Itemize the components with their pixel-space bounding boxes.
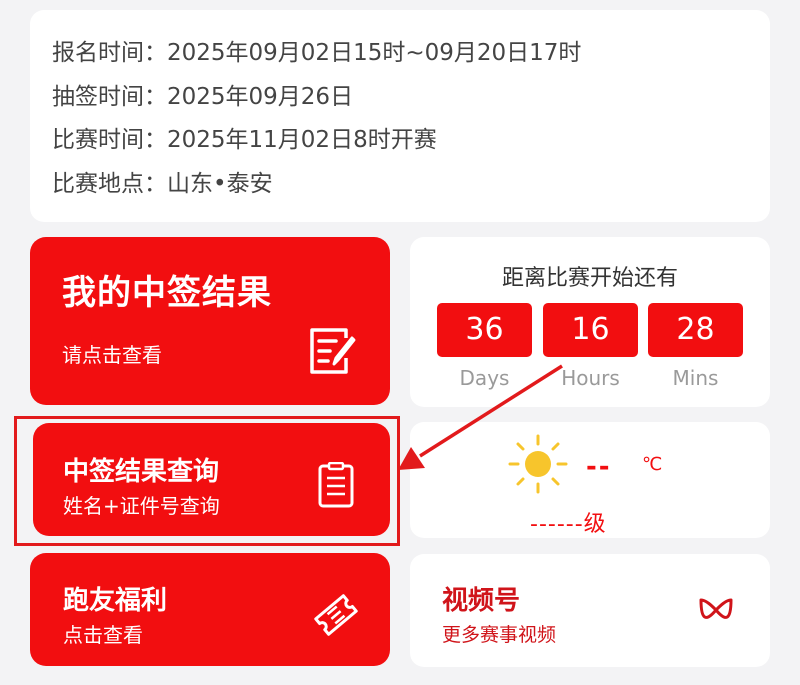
event-info-card: 报名时间：2025年09月02日15时~09月20日17时 抽签时间：2025年… (30, 10, 770, 222)
countdown-card: 距离比赛开始还有 36 16 28 Days Hours Mins (410, 237, 770, 407)
info-value: 2025年11月02日8时开赛 (167, 127, 437, 153)
countdown-hours-label: Hours (561, 366, 620, 390)
info-label: 比赛时间： (52, 127, 167, 153)
result-card-title: 我的中签结果 (62, 273, 272, 313)
ticket-icon (314, 594, 358, 636)
countdown-heading: 距离比赛开始还有 (501, 266, 678, 291)
wechat-channels-icon (699, 598, 733, 619)
benefit-card-subtitle: 点击查看 (63, 623, 143, 647)
info-value: 2025年09月02日15时~09月20日17时 (167, 40, 582, 66)
info-value: 2025年09月26日 (167, 83, 354, 110)
info-value: 山东•泰安 (167, 170, 273, 197)
video-card-subtitle: 更多赛事视频 (442, 624, 557, 646)
info-line-race-time: 比赛时间：2025年11月02日8时开赛 (52, 119, 770, 163)
countdown-days: 36 (437, 303, 532, 357)
sun-icon (508, 434, 568, 494)
countdown-mins-label: Mins (672, 366, 719, 390)
info-line-location: 比赛地点：山东•泰安 (52, 163, 770, 207)
info-label: 抽签时间： (52, 83, 167, 110)
temperature-unit: ℃ (642, 454, 663, 475)
info-label: 比赛地点： (52, 170, 167, 197)
video-channel-button[interactable]: 视频号 更多赛事视频 (410, 554, 770, 667)
info-line-registration: 报名时间：2025年09月02日15时~09月20日17时 (52, 32, 770, 76)
video-card-title: 视频号 (442, 586, 521, 616)
info-label: 报名时间： (52, 40, 167, 66)
result-card-subtitle: 请点击查看 (62, 343, 162, 367)
countdown-hours: 16 (543, 303, 638, 357)
wind-level: ------级 (530, 512, 607, 537)
info-line-draw: 抽签时间：2025年09月26日 (52, 76, 770, 120)
countdown-days-label: Days (459, 366, 510, 390)
temperature-value: -- (586, 452, 612, 482)
my-draw-result-button[interactable]: 我的中签结果 请点击查看 (30, 237, 390, 405)
annotation-highlight-box (14, 416, 400, 546)
runner-benefits-button[interactable]: 跑友福利 点击查看 (30, 553, 390, 666)
benefit-card-title: 跑友福利 (63, 586, 168, 616)
edit-note-icon (310, 328, 356, 374)
countdown-mins: 28 (648, 303, 743, 357)
weather-card: -- ℃ ------级 (410, 422, 770, 538)
